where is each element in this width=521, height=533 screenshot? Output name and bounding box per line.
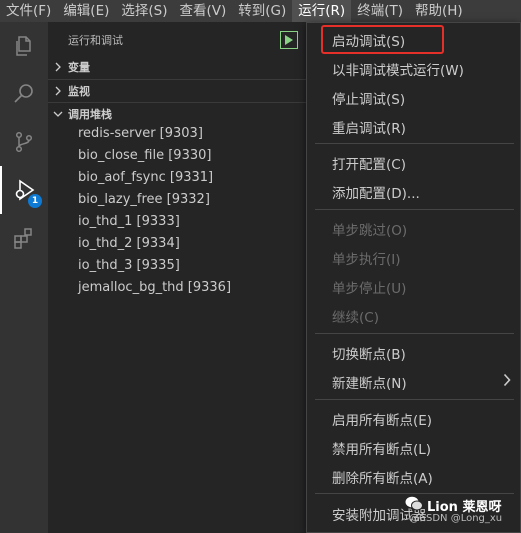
play-icon [285, 35, 293, 45]
explorer-icon[interactable] [0, 22, 48, 70]
menu-item-continue: 继续(C) [332, 310, 379, 326]
menu-selection[interactable]: 选择(S) [115, 0, 173, 22]
thread-item[interactable]: io_thd_3 [9335] [78, 258, 180, 273]
menu-go[interactable]: 转到(G) [232, 0, 292, 22]
menu-item-toggle-breakpoint[interactable]: 切换断点(B) [332, 343, 406, 363]
menu-item-stop-debugging[interactable]: 停止调试(S) [332, 88, 405, 108]
menu-run[interactable]: 运行(R) [292, 0, 352, 22]
thread-item[interactable]: bio_aof_fsync [9331] [78, 170, 213, 185]
menu-terminal[interactable]: 终端(T) [351, 0, 409, 22]
thread-item[interactable]: bio_close_file [9330] [78, 148, 211, 163]
thread-item[interactable]: io_thd_2 [9334] [78, 236, 180, 251]
run-debug-icon[interactable]: 1 [0, 166, 48, 214]
menu-item-remove-all-breakpoints[interactable]: 删除所有断点(A) [332, 467, 433, 487]
menu-item-open-configurations[interactable]: 打开配置(C) [332, 153, 406, 173]
debug-sidebar: 运行和调试 变量 监视 调用堆栈 redis-server [9303] bio… [48, 22, 306, 533]
menu-item-enable-all-breakpoints[interactable]: 启用所有断点(E) [332, 409, 432, 429]
menu-file[interactable]: 文件(F) [0, 0, 57, 22]
menu-item-disable-all-breakpoints[interactable]: 禁用所有断点(L) [332, 438, 431, 458]
menu-separator [315, 333, 514, 334]
menu-item-add-configuration[interactable]: 添加配置(D)... [332, 182, 420, 202]
menu-item-step-out: 单步停止(U) [332, 281, 407, 297]
thread-item[interactable]: bio_lazy_free [9332] [78, 192, 210, 207]
debug-count-badge: 1 [28, 194, 42, 208]
menu-item-restart-debugging[interactable]: 重启调试(R) [332, 117, 406, 137]
chevron-right-icon [48, 62, 68, 72]
chevron-right-icon [503, 373, 511, 391]
section-label: 监视 [68, 84, 90, 98]
section-label: 变量 [68, 61, 90, 74]
thread-item[interactable]: redis-server [9303] [78, 126, 203, 141]
menu-separator [315, 493, 514, 494]
extensions-icon[interactable] [0, 214, 48, 262]
section-call-stack[interactable]: 调用堆栈 [48, 102, 306, 124]
menu-edit[interactable]: 编辑(E) [57, 0, 115, 22]
menu-view[interactable]: 查看(V) [174, 0, 233, 22]
start-debugging-button[interactable] [280, 31, 298, 49]
watermark-subtitle: @CSDN @Long_xu [409, 513, 503, 524]
sidebar-title: 运行和调试 [68, 34, 123, 47]
activity-bar: 1 [0, 22, 48, 533]
section-watch[interactable]: 监视 [48, 79, 306, 101]
search-icon[interactable] [0, 70, 48, 118]
run-menu-dropdown: 启动调试(S) 以非调试模式运行(W) 停止调试(S) 重启调试(R) 打开配置… [306, 22, 521, 533]
menu-separator [315, 209, 514, 210]
menu-item-run-without-debugging[interactable]: 以非调试模式运行(W) [332, 59, 464, 79]
sidebar-header: 运行和调试 [48, 22, 306, 56]
menu-bar: 文件(F) 编辑(E) 选择(S) 查看(V) 转到(G) 运行(R) 终端(T… [0, 0, 521, 22]
menu-item-start-debugging[interactable]: 启动调试(S) [332, 30, 405, 50]
menu-separator [315, 143, 514, 144]
chevron-right-icon [48, 86, 68, 96]
menu-item-step-into: 单步执行(I) [332, 252, 401, 268]
source-control-icon[interactable] [0, 118, 48, 166]
thread-item[interactable]: jemalloc_bg_thd [9336] [78, 280, 231, 295]
menu-separator [315, 399, 514, 400]
section-label: 调用堆栈 [68, 107, 112, 121]
thread-item[interactable]: io_thd_1 [9333] [78, 214, 180, 229]
menu-help[interactable]: 帮助(H) [409, 0, 469, 22]
section-variables[interactable]: 变量 [48, 56, 306, 78]
menu-item-new-breakpoint[interactable]: 新建断点(N) [332, 372, 407, 392]
chevron-down-icon [48, 110, 68, 118]
menu-item-step-over: 单步跳过(O) [332, 223, 408, 239]
